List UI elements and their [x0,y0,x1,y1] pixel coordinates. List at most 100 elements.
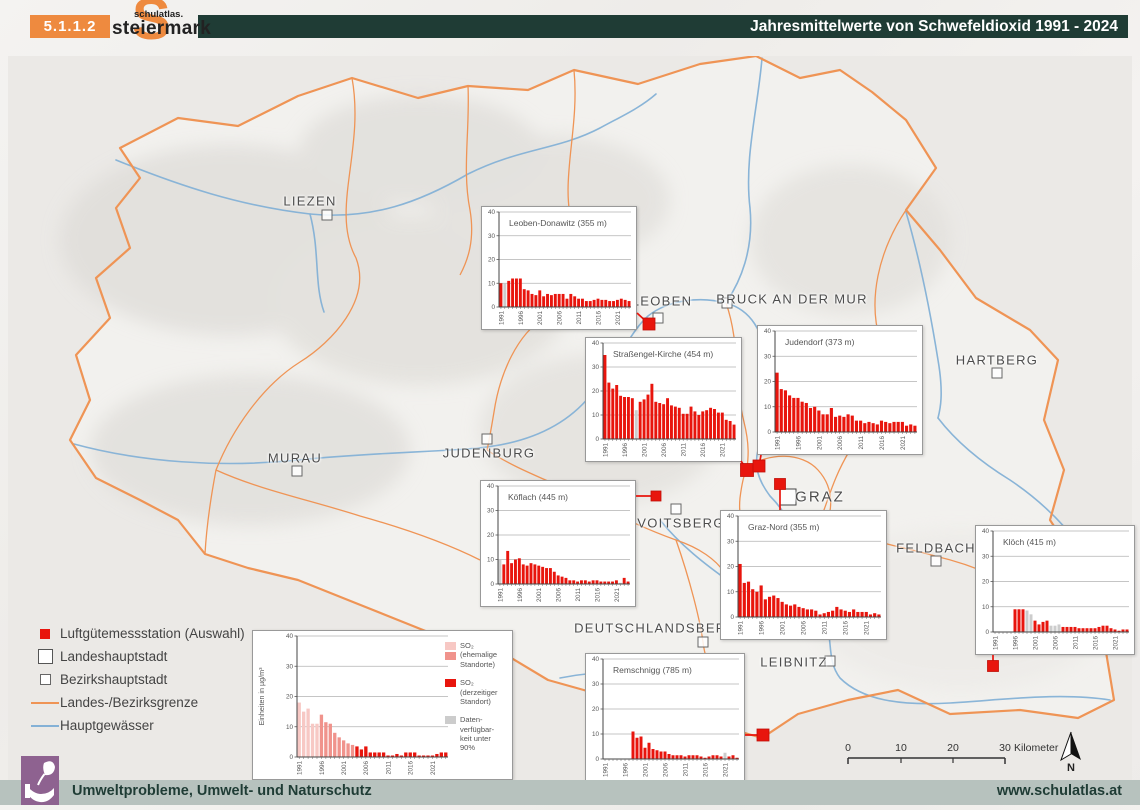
svg-text:40: 40 [286,633,294,640]
svg-text:40: 40 [487,483,495,490]
chart-kloech: 0102030401991199620012006201120162021Klö… [975,525,1135,655]
legend-item-bezirkshauptstadt: Bezirkshauptstadt [30,668,245,691]
svg-text:2011: 2011 [576,311,583,325]
svg-text:2011: 2011 [681,443,688,457]
svg-text:Straßengel-Kirche (454 m): Straßengel-Kirche (454 m) [613,349,713,359]
chart-series-legend: SO₂ (ehemalige Standorte)SO₂ (derzeitige… [445,641,509,753]
svg-text:40: 40 [982,528,990,535]
svg-text:2006: 2006 [556,588,563,603]
svg-text:10: 10 [982,604,990,611]
city-label-liezen: LIEZEN [283,194,336,209]
svg-text:1991: 1991 [602,443,609,458]
svg-text:1991: 1991 [297,761,304,776]
svg-text:20: 20 [487,532,495,539]
svg-text:2016: 2016 [702,763,709,778]
svg-text:0: 0 [289,754,293,761]
map-legend: Luftgütemessstation (Auswahl) Landeshaup… [30,622,245,737]
chart-legend-item: Daten- verfügbar- keit unter 90% [445,715,509,753]
svg-text:2016: 2016 [879,436,886,451]
chart-strassengel-kirche: 0102030401991199620012006201120162021Str… [585,337,742,462]
svg-text:1991: 1991 [738,621,745,636]
svg-text:0: 0 [595,756,599,763]
scale-20: 20 [947,742,959,754]
svg-text:2021: 2021 [615,311,622,326]
footer-website: www.schulatlas.at [0,783,1122,799]
svg-text:20: 20 [764,379,772,386]
city-label-leoben: LEOBEN [632,294,693,309]
svg-text:20: 20 [982,579,990,586]
chart-leoben-donawitz: 0102030401991199620012006201120162021Leo… [481,206,637,330]
svg-text:1996: 1996 [518,311,525,326]
svg-text:1996: 1996 [517,588,524,603]
svg-text:0: 0 [595,436,599,443]
river-line-icon [31,725,59,727]
environment-icon [21,756,59,805]
city-marker-murau [292,466,303,477]
schulatlas-logo: S schulatlas. steiermark [108,0,208,58]
svg-text:2006: 2006 [363,761,370,776]
page-title: Jahresmittelwerte von Schwefeldioxid 199… [198,15,1128,38]
svg-text:30: 30 [488,233,496,240]
svg-text:Köflach (445 m): Köflach (445 m) [508,492,568,502]
svg-text:2011: 2011 [682,763,689,777]
svg-text:2001: 2001 [816,436,823,451]
svg-text:2011: 2011 [575,588,582,602]
svg-text:40: 40 [488,209,496,216]
svg-text:2001: 2001 [537,311,544,326]
district-capital-symbol-icon [40,674,51,685]
chart-graz-nord: 0102030401991199620012006201120162021Gra… [720,510,887,640]
svg-text:40: 40 [592,340,600,347]
svg-text:0: 0 [490,581,494,588]
svg-text:10: 10 [592,731,600,738]
svg-text:2011: 2011 [822,621,829,635]
svg-text:30: 30 [727,538,735,545]
svg-text:Klöch (415 m): Klöch (415 m) [1003,537,1056,547]
scale-10: 10 [895,742,907,754]
station-symbol-icon [40,629,50,639]
svg-text:2021: 2021 [900,436,907,451]
svg-text:0: 0 [491,304,495,311]
svg-text:2016: 2016 [594,588,601,603]
capital-symbol-icon [38,649,53,664]
svg-text:2016: 2016 [843,621,850,636]
legend-item-gewaesser: Hauptgewässer [30,714,245,737]
svg-text:2001: 2001 [536,588,543,603]
city-label-murau: MURAU [268,451,322,466]
svg-text:10: 10 [488,280,496,287]
svg-text:2006: 2006 [662,763,669,778]
svg-text:30: 30 [592,681,600,688]
svg-text:1991: 1991 [498,311,505,326]
svg-text:2011: 2011 [1072,636,1079,650]
svg-text:20: 20 [592,388,600,395]
chart-remschnigg: 0102030401991199620012006201120162021Rem… [585,653,745,782]
scale-unit: Kilometer [1014,742,1059,754]
scale-30: 30 [999,742,1011,754]
svg-text:2001: 2001 [341,761,348,776]
svg-text:Einheiten in µg/m³: Einheiten in µg/m³ [257,667,266,726]
svg-text:20: 20 [286,694,294,701]
svg-text:2021: 2021 [614,588,621,603]
svg-text:1996: 1996 [622,763,629,778]
svg-text:10: 10 [592,412,600,419]
svg-text:30: 30 [764,353,772,360]
svg-text:2011: 2011 [385,761,392,775]
logo-steiermark: steiermark [112,18,211,40]
svg-text:1996: 1996 [319,761,326,776]
svg-text:2021: 2021 [430,761,437,776]
svg-text:2016: 2016 [700,443,707,458]
scale-0: 0 [845,742,851,754]
svg-text:20: 20 [592,706,600,713]
svg-text:1996: 1996 [795,436,802,451]
legend-item-grenze: Landes-/Bezirksgrenze [30,691,245,714]
svg-text:20: 20 [727,564,735,571]
chart-koeflach: 0102030401991199620012006201120162021Köf… [480,480,636,607]
svg-text:1996: 1996 [1012,636,1019,651]
svg-text:40: 40 [592,656,600,663]
svg-text:0: 0 [767,429,771,436]
svg-text:0: 0 [730,614,734,621]
svg-text:1991: 1991 [602,763,609,778]
legend-item-landeshauptstadt: Landeshauptstadt [30,645,245,668]
chart-legend-example: 0102030401991199620012006201120162021Ein… [252,630,513,780]
svg-text:Graz-Nord (355 m): Graz-Nord (355 m) [748,522,819,532]
svg-text:2021: 2021 [720,443,727,458]
